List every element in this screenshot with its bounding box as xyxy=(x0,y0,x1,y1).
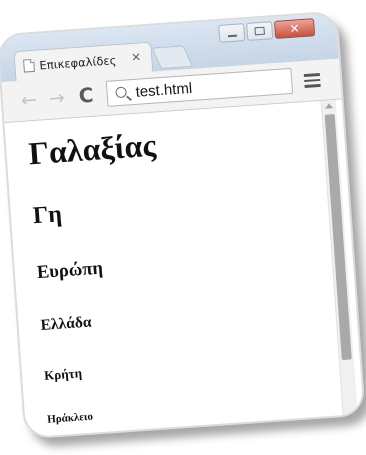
heading-3: Ευρώπη xyxy=(36,258,104,284)
reload-icon[interactable]: C xyxy=(78,83,94,108)
maximize-icon xyxy=(254,26,265,36)
browser-window: ✕ Επικεφαλίδες × ← → C test.html Γαλαξία… xyxy=(0,10,366,440)
minimize-button[interactable] xyxy=(218,23,246,43)
heading-6: Ηράκλειο xyxy=(46,410,94,426)
heading-5: Κρήτη xyxy=(43,365,83,383)
address-text[interactable]: test.html xyxy=(135,79,193,100)
heading-1: Γαλαξίας xyxy=(27,126,157,172)
hamburger-menu-icon[interactable] xyxy=(303,72,321,91)
back-arrow-icon[interactable]: ← xyxy=(20,89,37,112)
window-controls: ✕ xyxy=(218,18,316,43)
page-content: Γαλαξίας Γη Ευρώπη Ελλάδα Κρήτη Ηράκλειο xyxy=(26,101,337,435)
minimize-icon xyxy=(227,34,237,37)
heading-2: Γη xyxy=(32,201,63,230)
heading-4: Ελλάδα xyxy=(40,313,93,335)
forward-arrow-icon[interactable]: → xyxy=(48,87,65,110)
tab-title: Επικεφαλίδες xyxy=(39,52,117,72)
close-window-button[interactable]: ✕ xyxy=(273,18,316,39)
scroll-up-arrow-icon[interactable] xyxy=(324,103,334,109)
stage: ✕ Επικεφαλίδες × ← → C test.html Γαλαξία… xyxy=(0,0,366,455)
search-icon xyxy=(115,85,127,98)
tab-close-icon[interactable]: × xyxy=(131,49,142,64)
page-viewport: Γαλαξίας Γη Ευρώπη Ελλάδα Κρήτη Ηράκλειο xyxy=(4,99,364,438)
maximize-button[interactable] xyxy=(246,21,274,41)
page-icon xyxy=(23,58,35,73)
address-bar[interactable]: test.html xyxy=(105,67,294,107)
new-tab-button[interactable] xyxy=(151,45,193,70)
close-icon: ✕ xyxy=(289,21,301,36)
